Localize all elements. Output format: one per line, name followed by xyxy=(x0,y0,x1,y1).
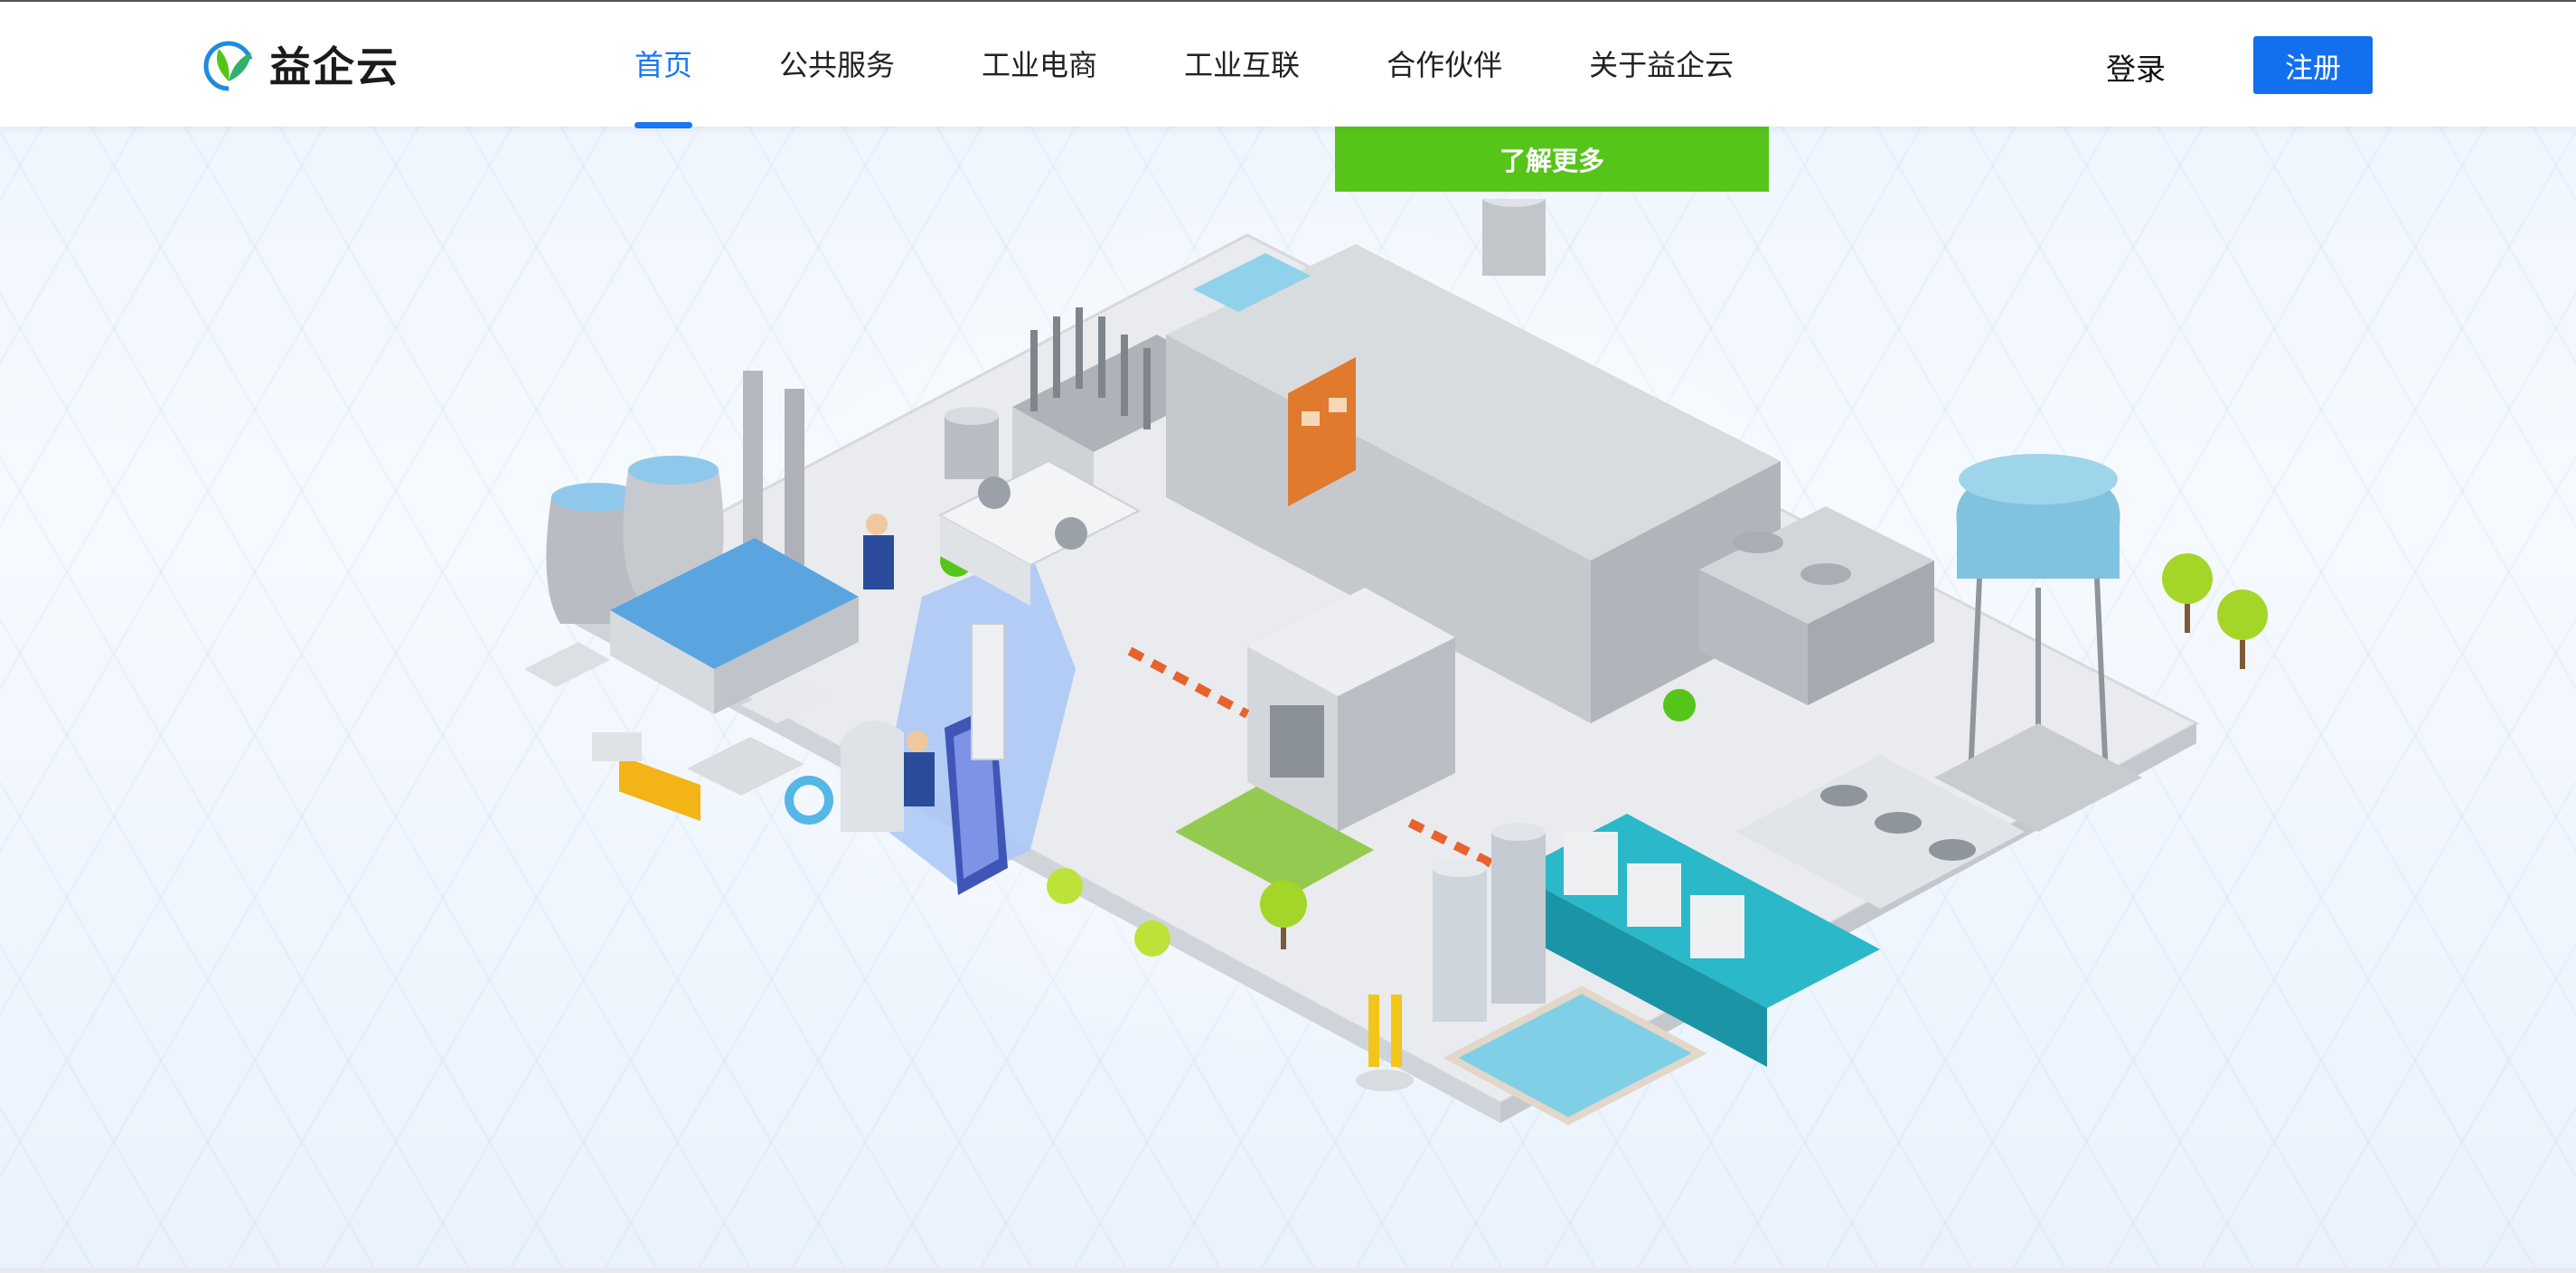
nav-item-partners[interactable]: 合作伙伴 xyxy=(1387,2,1502,128)
brand-name: 益企云 xyxy=(269,42,400,91)
hero-banner xyxy=(0,0,2576,1273)
top-navigation-bar: 益企云 首页 公共服务 工业电商 工业互联 合作伙伴 关于益企云 登录 注册 xyxy=(0,0,2576,128)
page-bottom-divider xyxy=(0,1268,2576,1273)
register-button[interactable]: 注册 xyxy=(2253,36,2373,94)
leaf-logo-icon xyxy=(203,41,254,91)
nav-item-industrial-ecommerce[interactable]: 工业电商 xyxy=(982,2,1097,128)
login-link[interactable]: 登录 xyxy=(2106,45,2166,89)
nav-item-home[interactable]: 首页 xyxy=(635,2,693,128)
nav-item-about[interactable]: 关于益企云 xyxy=(1589,2,1734,128)
brand-logo[interactable]: 益企云 xyxy=(201,34,400,94)
nav-item-public-services[interactable]: 公共服务 xyxy=(779,2,895,128)
learn-more-button[interactable]: 了解更多 xyxy=(1335,127,1769,192)
industrial-park-illustration xyxy=(524,199,2268,1126)
nav-item-industrial-internet[interactable]: 工业互联 xyxy=(1184,2,1300,128)
main-nav: 首页 公共服务 工业电商 工业互联 合作伙伴 关于益企云 xyxy=(635,2,1820,128)
